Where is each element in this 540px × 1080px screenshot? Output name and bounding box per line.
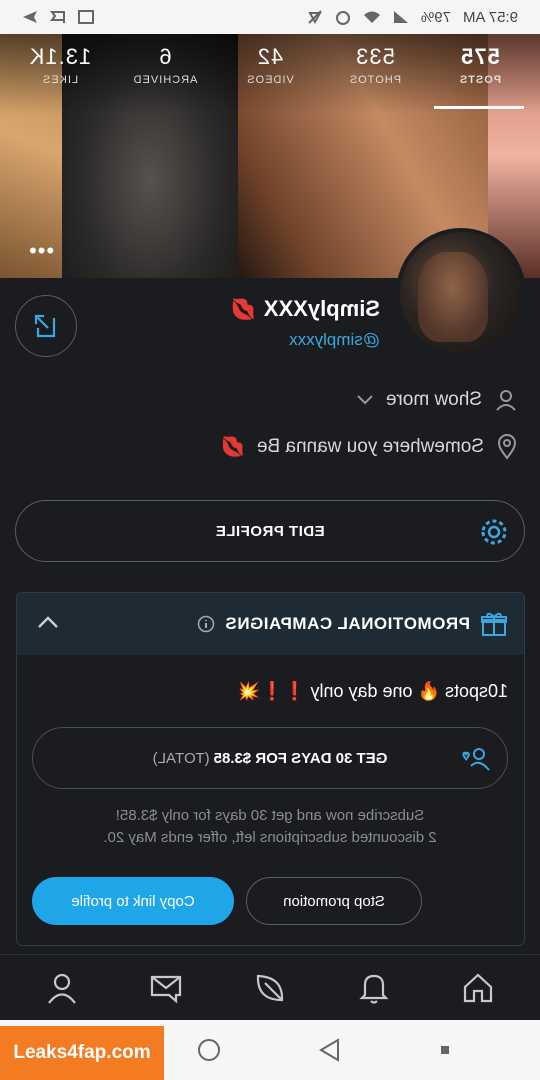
mirrored-screen: 9:57 AM 79% 575 POSTS 533 PHOTOS 42 VIDE…: [0, 0, 540, 1080]
promo-card: PROMOTIONAL CAMPAIGNS 10spots 🔥 one day …: [16, 592, 525, 946]
location-text: Somewhere you wanna Be: [256, 436, 484, 457]
mute-icon: [308, 10, 322, 25]
recents-icon[interactable]: [439, 1043, 453, 1057]
bell-icon: [359, 974, 389, 1004]
offer-button[interactable]: GET 30 DAYS FOR $3.85 (TOTAL): [32, 727, 508, 789]
promo-title: PROMOTIONAL CAMPAIGNS: [224, 614, 470, 633]
share-button[interactable]: [15, 295, 77, 357]
stat-value: 13.1K: [28, 44, 92, 69]
more-options-icon[interactable]: •••: [28, 238, 54, 264]
profile-handle[interactable]: @simplyxxx: [200, 330, 380, 350]
stat-label: VIDEOS: [246, 74, 294, 86]
stat-videos[interactable]: 42 VIDEOS: [224, 44, 316, 86]
show-more-row[interactable]: Show more: [0, 388, 518, 412]
stat-label: POSTS: [458, 74, 502, 86]
gift-icon: [481, 612, 507, 636]
flag-icon: [50, 11, 65, 23]
chevron-up-icon[interactable]: [37, 615, 59, 629]
edit-profile-label: EDIT PROFILE: [215, 522, 325, 540]
chevron-down-icon: [357, 395, 373, 405]
location-pin-icon: [497, 434, 517, 460]
wifi-icon: [363, 11, 380, 23]
gallery-icon: [78, 10, 94, 24]
stat-label: LIKES: [41, 74, 79, 86]
stat-label: ARCHIVED: [132, 74, 198, 86]
promo-note-line: Subscribe now and get 30 days for only $…: [115, 807, 425, 824]
stat-archived[interactable]: 6 ARCHIVED: [119, 44, 211, 86]
location-row: Somewhere you wanna Be 💋: [0, 434, 518, 460]
nav-profile[interactable]: [38, 964, 86, 1012]
nav-notifications[interactable]: [350, 964, 398, 1012]
stat-value: 575: [460, 44, 500, 69]
send-icon: [23, 11, 37, 23]
show-more-label: Show more: [385, 389, 482, 410]
gear-icon: [481, 519, 507, 545]
promo-header[interactable]: PROMOTIONAL CAMPAIGNS: [17, 593, 524, 655]
info-icon[interactable]: [197, 615, 215, 633]
message-icon: [150, 975, 182, 1003]
nav-home[interactable]: [454, 964, 502, 1012]
profile-name: SimplyXXX: [263, 296, 380, 321]
lips-emoji: 💋: [221, 437, 245, 458]
stat-value: 42: [256, 44, 284, 69]
offer-main: GET 30 DAYS FOR: [255, 749, 388, 767]
time: 9:57 AM: [462, 8, 518, 26]
stop-promotion-button[interactable]: Stop promotion: [246, 877, 422, 925]
nav-messages[interactable]: [142, 964, 190, 1012]
copy-link-button[interactable]: Copy link to profile: [32, 877, 234, 925]
signal-icon: [393, 11, 408, 23]
user-icon: [496, 390, 516, 411]
status-bar: 9:57 AM 79%: [0, 0, 540, 34]
promo-note-line: 2 discounted subscriptions left, offer e…: [103, 829, 437, 846]
profile-icon: [48, 973, 76, 1004]
bottom-nav: [0, 954, 540, 1020]
share-icon: [34, 314, 56, 338]
promo-text: 10spots 🔥 one day only ❗❗💥: [238, 681, 508, 701]
stat-photos[interactable]: 533 PHOTOS: [329, 44, 421, 86]
offer-price: $3.85: [213, 749, 252, 767]
user-heart-icon: [462, 748, 490, 771]
alarm-icon: [335, 11, 350, 25]
back-icon[interactable]: [318, 1037, 344, 1063]
watermark: Leaks4fap.com: [0, 1026, 164, 1080]
stat-value: 533: [355, 44, 395, 69]
stat-label: PHOTOS: [348, 74, 402, 86]
stat-likes[interactable]: 13.1K LIKES: [14, 44, 106, 86]
promo-note: Subscribe now and get 30 days for only $…: [32, 805, 508, 849]
stats-bar: 575 POSTS 533 PHOTOS 42 VIDEOS 6 ARCHIVE…: [14, 44, 526, 86]
lips-emoji: 💋: [230, 298, 256, 321]
home-circle-icon[interactable]: [197, 1037, 223, 1063]
edit-profile-button[interactable]: EDIT PROFILE: [15, 500, 525, 562]
nav-new-post[interactable]: [246, 964, 294, 1012]
stat-value: 6: [158, 44, 172, 69]
avatar[interactable]: [396, 228, 526, 358]
battery-text: 79%: [420, 8, 451, 26]
offer-total: (TOTAL): [152, 749, 210, 767]
profile-name-row: SimplyXXX 💋: [200, 296, 380, 322]
home-icon: [463, 973, 493, 1002]
leaf-icon: [256, 974, 284, 1001]
stat-posts[interactable]: 575 POSTS: [434, 44, 526, 86]
active-tab-indicator: [434, 106, 524, 109]
